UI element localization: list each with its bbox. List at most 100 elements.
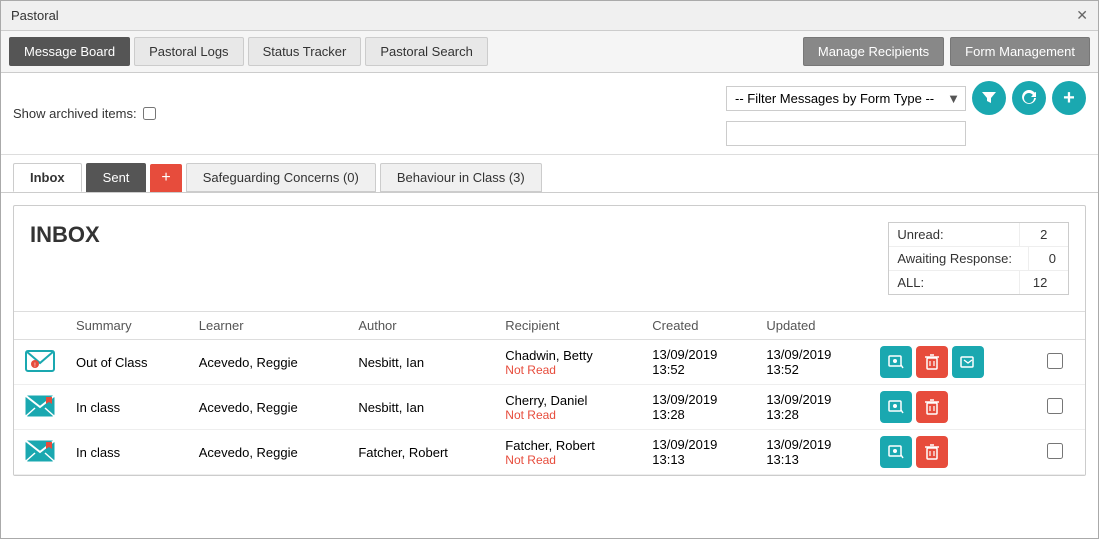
tab-pastoral-logs[interactable]: Pastoral Logs [134, 37, 244, 66]
form-management-button[interactable]: Form Management [950, 37, 1090, 66]
row3-icon-cell [14, 430, 66, 475]
trash-icon [925, 399, 939, 415]
email-open-icon: ! [24, 349, 56, 373]
row3-actions [870, 430, 1036, 475]
awaiting-value: 0 [1028, 247, 1068, 270]
filter-funnel-button[interactable] [972, 81, 1006, 115]
filter-search-row [726, 121, 966, 146]
row2-view-button[interactable] [880, 391, 912, 423]
add-button[interactable]: + [1052, 81, 1086, 115]
col-summary: Summary [66, 312, 189, 340]
row1-view-button[interactable] [880, 346, 912, 378]
row2-checkbox[interactable] [1047, 398, 1063, 414]
trash-icon [925, 354, 939, 370]
view-icon [888, 355, 904, 369]
forward-icon [960, 355, 976, 369]
row3-view-button[interactable] [880, 436, 912, 468]
sub-tab-add[interactable]: + [150, 164, 181, 192]
row3-action-btns [880, 436, 1026, 468]
close-button[interactable]: ✕ [1076, 7, 1088, 24]
row2-created: 13/09/2019 13:28 [642, 385, 756, 430]
inbox-stat-unread: Unread: 2 [889, 223, 1068, 247]
table-row: In class Acevedo, Reggie Fatcher, Robert… [14, 430, 1085, 475]
row1-updated: 13/09/2019 13:52 [756, 340, 870, 385]
inbox-stat-awaiting: Awaiting Response: 0 [889, 247, 1068, 271]
row2-action-btns [880, 391, 1026, 423]
row2-actions [870, 385, 1036, 430]
unread-label: Unread: [889, 223, 1019, 246]
nav-tabs-right: Manage Recipients Form Management [803, 37, 1090, 66]
inbox-title: INBOX [30, 222, 888, 248]
row2-learner: Acevedo, Reggie [189, 385, 349, 430]
col-created: Created [642, 312, 756, 340]
sub-tab-behaviour[interactable]: Behaviour in Class (3) [380, 163, 542, 192]
col-updated: Updated [756, 312, 870, 340]
manage-recipients-button[interactable]: Manage Recipients [803, 37, 944, 66]
refresh-icon [1021, 90, 1037, 106]
col-checkbox [1037, 312, 1085, 340]
inbox-header: INBOX Unread: 2 Awaiting Response: 0 ALL… [14, 206, 1085, 312]
sub-tab-inbox[interactable]: Inbox [13, 163, 82, 192]
sub-tab-safeguarding[interactable]: Safeguarding Concerns (0) [186, 163, 376, 192]
row1-checkbox[interactable] [1047, 353, 1063, 369]
row1-recipient-name: Chadwin, Betty [505, 348, 632, 363]
row2-delete-button[interactable] [916, 391, 948, 423]
sub-tab-sent[interactable]: Sent [86, 163, 147, 192]
tab-status-tracker[interactable]: Status Tracker [248, 37, 362, 66]
row1-created: 13/09/2019 13:52 [642, 340, 756, 385]
filter-row: -- Filter Messages by Form Type -- ▼ [726, 81, 1086, 115]
row1-icon-cell: ! [14, 340, 66, 385]
row2-icon-cell [14, 385, 66, 430]
row1-learner: Acevedo, Reggie [189, 340, 349, 385]
all-value: 12 [1019, 271, 1059, 294]
row1-delete-button[interactable] [916, 346, 948, 378]
filter-select-wrap: -- Filter Messages by Form Type -- ▼ [726, 86, 966, 111]
table-row: ! Out of Class Acevedo, Reggie Nesbitt, … [14, 340, 1085, 385]
title-bar: Pastoral ✕ [1, 1, 1098, 31]
row3-recipient-name: Fatcher, Robert [505, 438, 632, 453]
row2-summary: In class [66, 385, 189, 430]
view-icon [888, 400, 904, 414]
row2-recipient-name: Cherry, Daniel [505, 393, 632, 408]
funnel-icon [981, 90, 997, 106]
all-label: ALL: [889, 271, 1019, 294]
nav-tabs-row: Message Board Pastoral Logs Status Track… [1, 31, 1098, 73]
show-archived-area: Show archived items: [13, 106, 156, 121]
col-recipient: Recipient [495, 312, 642, 340]
col-learner: Learner [189, 312, 349, 340]
nav-tabs-left: Message Board Pastoral Logs Status Track… [9, 37, 488, 66]
trash-icon [925, 444, 939, 460]
show-archived-label: Show archived items: [13, 106, 137, 121]
row1-summary: Out of Class [66, 340, 189, 385]
row3-delete-button[interactable] [916, 436, 948, 468]
row1-recipient: Chadwin, Betty Not Read [495, 340, 642, 385]
inbox-stats: Unread: 2 Awaiting Response: 0 ALL: 12 [888, 222, 1069, 295]
main-content: INBOX Unread: 2 Awaiting Response: 0 ALL… [1, 193, 1098, 538]
row3-updated: 13/09/2019 13:13 [756, 430, 870, 475]
col-actions [870, 312, 1036, 340]
show-archived-checkbox[interactable] [143, 107, 156, 120]
col-icon [14, 312, 66, 340]
row1-forward-button[interactable] [952, 346, 984, 378]
row3-checkbox[interactable] [1047, 443, 1063, 459]
row2-not-read: Not Read [505, 408, 632, 422]
toolbar-row: Show archived items: -- Filter Messages … [1, 73, 1098, 155]
filter-form-type-select[interactable]: -- Filter Messages by Form Type -- [726, 86, 966, 111]
row3-created: 13/09/2019 13:13 [642, 430, 756, 475]
row1-actions [870, 340, 1036, 385]
window-title: Pastoral [11, 8, 59, 23]
unread-value: 2 [1019, 223, 1059, 246]
awaiting-label: Awaiting Response: [889, 247, 1028, 270]
row2-author: Nesbitt, Ian [348, 385, 495, 430]
tab-message-board[interactable]: Message Board [9, 37, 130, 66]
tab-pastoral-search[interactable]: Pastoral Search [365, 37, 488, 66]
refresh-button[interactable] [1012, 81, 1046, 115]
email-flag-icon [24, 394, 56, 418]
filter-search-input[interactable] [726, 121, 966, 146]
row3-checkbox-cell [1037, 430, 1085, 475]
email-flag2-icon [24, 439, 56, 463]
view-icon [888, 445, 904, 459]
sub-tabs-row: Inbox Sent + Safeguarding Concerns (0) B… [1, 155, 1098, 193]
row2-updated: 13/09/2019 13:28 [756, 385, 870, 430]
row3-not-read: Not Read [505, 453, 632, 467]
